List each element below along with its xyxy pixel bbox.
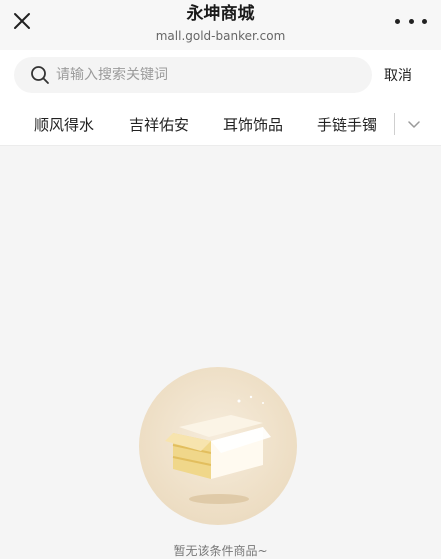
empty-box-icon <box>165 395 271 504</box>
tab-shunfeng-deshui[interactable]: 顺风得水 <box>34 114 94 135</box>
search-input[interactable] <box>56 67 346 83</box>
more-dots-icon <box>422 18 427 24</box>
tab-shoulian-shouzhuo[interactable]: 手链手镯 <box>317 114 377 135</box>
page-url: mall.gold-banker.com <box>155 29 286 43</box>
category-tabs: 顺风得水 吉祥佑安 耳饰饰品 手链手镯 <box>0 100 441 146</box>
expand-tabs-button[interactable] <box>401 112 427 136</box>
search-bar: 取消 <box>0 50 441 100</box>
page-title: 永坤商城 <box>186 4 255 24</box>
search-box[interactable] <box>14 57 372 93</box>
chevron-down-icon <box>408 121 420 128</box>
tab-jixiang-youan[interactable]: 吉祥佑安 <box>129 114 189 135</box>
search-icon <box>30 65 50 85</box>
more-button[interactable] <box>395 13 427 29</box>
close-icon <box>14 13 30 29</box>
cancel-button[interactable]: 取消 <box>384 65 412 85</box>
title-block: 永坤商城 mall.gold-banker.com <box>90 3 351 45</box>
empty-state-illustration <box>139 367 297 525</box>
close-button[interactable] <box>9 8 35 34</box>
top-nav-bar: 永坤商城 mall.gold-banker.com <box>0 0 441 50</box>
more-dots-icon <box>395 18 400 24</box>
tab-divider <box>394 113 395 135</box>
tab-ershi-shipin[interactable]: 耳饰饰品 <box>223 114 283 135</box>
product-list-area: 暂无该条件商品~ <box>0 146 441 558</box>
empty-state-message: 暂无该条件商品~ <box>173 544 268 558</box>
more-dots-icon <box>408 18 414 24</box>
